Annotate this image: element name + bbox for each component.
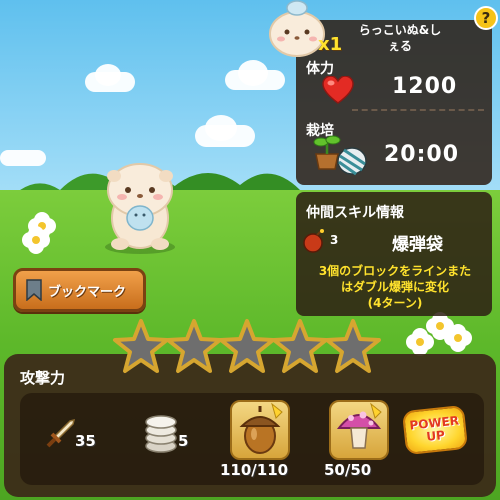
sword-icon: [46, 418, 76, 448]
power-up-line2: UP: [425, 428, 446, 444]
skill-description-line3: (4ターン): [367, 296, 423, 310]
character-name: らっこいぬ&しぇる: [358, 23, 442, 53]
rank-star: [272, 319, 328, 373]
flower: [28, 232, 44, 248]
stamina-label: 体力: [306, 61, 334, 77]
power-up-button[interactable]: POWER UP: [401, 404, 469, 456]
skill-name: 爆弾袋: [392, 235, 443, 255]
cloud: [238, 60, 268, 86]
flower: [450, 330, 466, 346]
striped-seed-icon: [337, 147, 367, 176]
rank-star: [166, 319, 222, 373]
rank-star: [113, 319, 169, 373]
skill-description-line1: 3個のブロックをラインまた: [318, 264, 472, 278]
mushroom-value: 50/50: [324, 461, 372, 479]
cultivation-time: 20:00: [384, 142, 460, 167]
heart-icon: [322, 76, 354, 104]
skill-level: 3: [330, 233, 339, 247]
help-button[interactable]: ?: [474, 6, 498, 30]
bookmark-button[interactable]: ブックマーク: [13, 268, 146, 312]
bookmark-label: ブックマーク: [48, 284, 127, 300]
character-sprite[interactable]: [100, 160, 180, 252]
flower: [432, 318, 448, 334]
character-count: x1: [318, 34, 343, 55]
rank-star: [325, 319, 381, 373]
coin-value: 5: [178, 432, 189, 450]
acorn-icon: [239, 402, 283, 454]
rank-star: [219, 319, 275, 373]
sword-value: 35: [75, 432, 96, 450]
coin-stack-icon: [145, 415, 177, 453]
divider: [352, 109, 484, 111]
skill-description-line2: はダブル爆弾に変化: [340, 280, 449, 294]
stamina-value: 1200: [392, 74, 458, 99]
cloud: [95, 64, 121, 86]
flower: [412, 334, 428, 350]
bookmark-icon: [26, 279, 42, 301]
bomb-icon: [303, 229, 324, 253]
attack-label: 攻撃力: [20, 369, 66, 387]
skill-header: 仲間スキル情報: [306, 205, 404, 221]
acorn-value: 110/110: [220, 461, 289, 479]
mushroom-icon: [336, 402, 382, 449]
